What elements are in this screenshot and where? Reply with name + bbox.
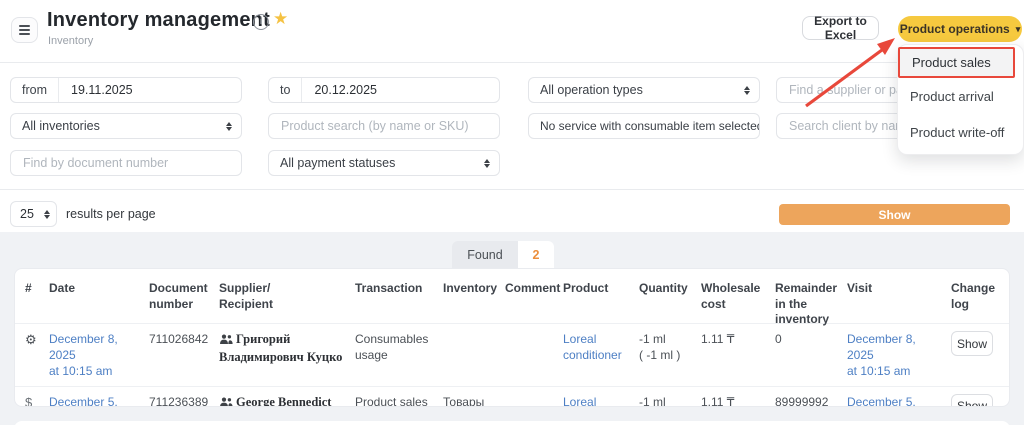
row-inventory [443, 331, 505, 380]
col-header-inventory: Inventory [443, 281, 505, 328]
results-table: # Date Document number Supplier/ Recipie… [14, 268, 1010, 407]
document-number-field[interactable] [10, 150, 242, 176]
col-header-transaction: Transaction [355, 281, 443, 328]
col-header-supplier: Supplier/ Recipient [219, 281, 355, 328]
row-product-link[interactable]: Loreal conditioner [563, 394, 639, 407]
dollar-icon[interactable]: $ [25, 395, 32, 407]
col-header-document: Document number [149, 281, 219, 328]
date-from-field[interactable]: from 19.11.2025 [10, 77, 242, 103]
row-document-number: 711236389 [149, 394, 219, 407]
found-count-badge[interactable]: 2 [518, 241, 554, 268]
row-product-link[interactable]: Loreal conditioner [563, 331, 639, 380]
found-tab[interactable]: Found 2 [452, 241, 554, 268]
page-title: Inventory management [47, 9, 270, 32]
col-header-quantity: Quantity [639, 281, 701, 328]
date-to-field[interactable]: to 20.12.2025 [268, 77, 500, 103]
service-consumable-select[interactable]: No service with consumable item selected [528, 113, 760, 139]
menu-item-product-sales[interactable]: Product sales [898, 47, 1015, 78]
select-updown-icon [484, 159, 490, 168]
table-header-row: # Date Document number Supplier/ Recipie… [15, 269, 1009, 323]
row-transaction: Consumables usage [355, 331, 443, 380]
changelog-show-button[interactable]: Show [951, 331, 993, 356]
row-date-link[interactable]: December 8, 2025 at 10:15 am [49, 331, 149, 380]
col-header-wholesale: Wholesale cost [701, 281, 775, 328]
select-updown-icon [744, 86, 750, 95]
row-remainder: 89999992 [775, 394, 847, 407]
row-visit-link[interactable]: December 5, 2025 at 02:30 pm [847, 394, 951, 407]
menu-icon[interactable] [11, 17, 38, 43]
menu-item-product-write-off[interactable]: Product write-off [898, 114, 1023, 150]
row-quantity: -1 ml ( -1 ml ) [639, 331, 701, 380]
chevron-down-icon: ▾ [1016, 24, 1021, 35]
row-comment [505, 331, 563, 380]
row-date-link[interactable]: December 5, 2025 at 02:30 pm [49, 394, 149, 407]
row-supplier: Григорий Владимирович Куцко [219, 331, 355, 380]
col-header-visit: Visit [847, 281, 951, 328]
col-header-comment: Comment [505, 281, 563, 328]
product-search-field[interactable] [268, 113, 500, 139]
divider [0, 62, 1024, 63]
col-header-date: Date [49, 281, 149, 328]
payment-statuses-select[interactable]: All payment statuses [268, 150, 500, 176]
product-search-input[interactable] [269, 114, 499, 138]
row-remainder: 0 [775, 331, 847, 380]
export-to-excel-button[interactable]: Export to Excel [802, 16, 879, 40]
inventory-management-page: Inventory management Inventory i ★ Expor… [0, 0, 1024, 425]
row-wholesale-cost: 1.11 ₸ [701, 331, 775, 380]
row-quantity: -1 ml ( -1 ml ) [639, 394, 701, 407]
menu-item-product-arrival[interactable]: Product arrival [898, 78, 1023, 114]
breadcrumb: Inventory [48, 35, 93, 47]
row-visit-link[interactable]: December 8, 2025 at 10:15 am [847, 331, 951, 380]
changelog-show-button[interactable]: Show [951, 394, 993, 407]
row-comment [505, 394, 563, 407]
info-icon[interactable]: i [253, 14, 269, 30]
col-header-remainder: Remainder in the inventory [775, 281, 847, 328]
inventories-select[interactable]: All inventories [10, 113, 242, 139]
row-inventory: Товары [443, 394, 505, 407]
per-page-select[interactable]: 25 [10, 201, 57, 227]
product-operations-button[interactable]: Product operations ▾ [898, 16, 1022, 42]
show-results-button[interactable]: Show [779, 204, 1010, 225]
row-document-number: 711026842 [149, 331, 219, 380]
next-section-card [14, 421, 1010, 425]
operation-types-select[interactable]: All operation types [528, 77, 760, 103]
divider [0, 189, 1024, 190]
select-updown-icon [226, 122, 232, 131]
table-row: $ December 5, 2025 at 02:30 pm 711236389… [15, 386, 1009, 407]
favorite-star-icon[interactable]: ★ [273, 9, 288, 29]
per-page-label: results per page [66, 207, 156, 221]
date-to-value[interactable]: 20.12.2025 [302, 83, 389, 97]
col-header-number: # [25, 281, 49, 328]
row-wholesale-cost: 1.11 ₸ [701, 394, 775, 407]
col-header-changelog: Change log [951, 281, 1001, 328]
users-icon [219, 332, 233, 349]
document-number-input[interactable] [11, 151, 241, 175]
select-updown-icon [44, 210, 50, 219]
users-icon [219, 395, 233, 407]
table-row: ⚙ December 8, 2025 at 10:15 am 711026842… [15, 323, 1009, 386]
found-tab-label[interactable]: Found [452, 241, 518, 268]
date-from-value[interactable]: 19.11.2025 [59, 83, 145, 97]
product-operations-menu: Product sales Product arrival Product wr… [897, 44, 1024, 155]
gear-icon[interactable]: ⚙ [25, 332, 37, 347]
row-supplier: George Bennedict Junior Henry [219, 394, 355, 407]
col-header-product: Product [563, 281, 639, 328]
row-transaction: Product sales [355, 394, 443, 407]
